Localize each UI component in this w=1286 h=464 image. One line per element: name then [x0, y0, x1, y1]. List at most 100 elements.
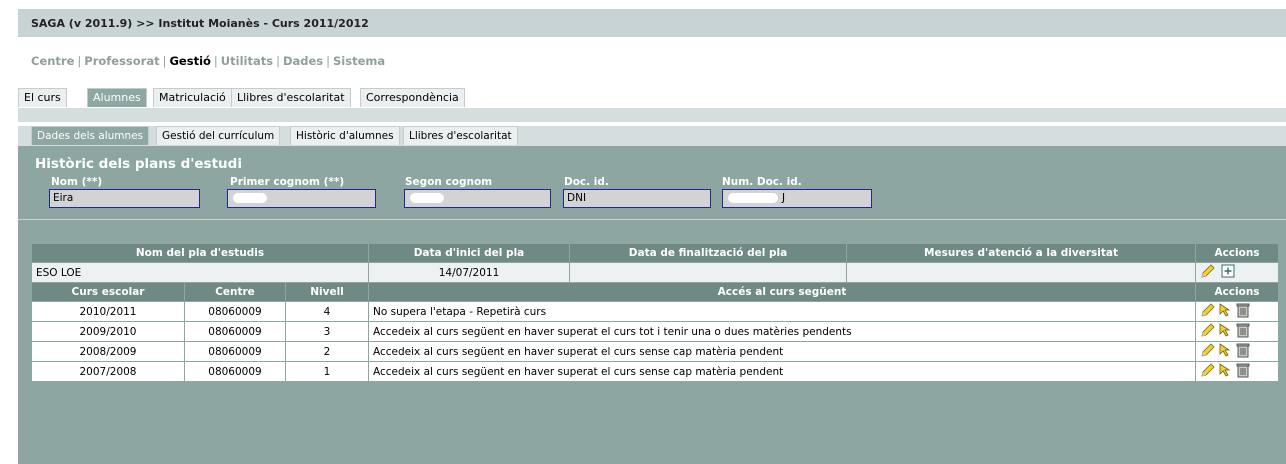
menu-item-sistema[interactable]: Sistema [333, 54, 385, 68]
menu-item-utilitats[interactable]: Utilitats [221, 54, 273, 68]
acces-cell: Accedeix al curs següent en haver supera… [368, 341, 1196, 362]
pencil-icon[interactable] [1200, 342, 1216, 361]
tab-llibres-escolaritat[interactable]: Llibres d'escolaritat [231, 88, 351, 107]
acces-cell: No supera l'etapa - Repetirà curs [368, 301, 1196, 322]
row-actions [1195, 361, 1279, 382]
plan-header-row: Nom del pla d'estudis Data d'inici del p… [31, 243, 1279, 263]
doc-id-value: DNI [567, 192, 587, 204]
plan-row: ESO LOE 14/07/2011 [31, 262, 1279, 283]
trash-icon[interactable] [1236, 302, 1250, 321]
primer-cognom-label: Primer cognom (**) [230, 176, 345, 188]
segon-cognom-field[interactable] [404, 189, 551, 208]
col-acces: Accés al curs següent [368, 282, 1196, 302]
trash-icon[interactable] [1236, 362, 1250, 381]
col-nom-pla: Nom del pla d'estudis [31, 243, 369, 263]
doc-id-label: Doc. id. [564, 176, 609, 188]
pencil-icon[interactable] [1200, 362, 1216, 381]
segon-cognom-label: Segon cognom [405, 176, 493, 188]
col-centre: Centre [184, 282, 286, 302]
secondary-tabs: Dades dels alumnes Gestió del currículum… [18, 126, 1286, 146]
col-mesures: Mesures d'atenció a la diversitat [846, 243, 1196, 263]
redacted-value [233, 193, 267, 203]
nom-value: Eira [53, 192, 74, 204]
col-accions: Accions [1195, 243, 1279, 263]
doc-id-field[interactable]: DNI [563, 189, 711, 208]
history-table: Nom del pla d'estudis Data d'inici del p… [31, 243, 1279, 382]
acces-cell: Accedeix al curs següent en haver supera… [368, 361, 1196, 382]
course-header-row: Curs escolar Centre Nivell Accés al curs… [31, 282, 1279, 302]
row-actions [1195, 301, 1279, 322]
primary-tabs: El curs Alumnes Matriculació Llibres d'e… [18, 86, 1286, 122]
add-icon[interactable] [1221, 264, 1235, 281]
table-row: 2007/2008 08060009 1 Accedeix al curs se… [31, 361, 1279, 382]
nivell-cell: 1 [285, 361, 369, 382]
num-doc-id-field[interactable]: J [722, 189, 872, 208]
col-data-fi: Data de finalització del pla [569, 243, 847, 263]
curs-cell: 2009/2010 [31, 321, 185, 342]
arrow-cursor-icon[interactable] [1218, 342, 1234, 361]
subtab-llibres-escolaritat[interactable]: Llibres d'escolaritat [403, 126, 518, 145]
arrow-cursor-icon[interactable] [1218, 322, 1234, 341]
nivell-cell: 4 [285, 301, 369, 322]
col-data-inici: Data d'inici del pla [368, 243, 570, 263]
redacted-value [410, 193, 444, 203]
tab-el-curs[interactable]: El curs [18, 88, 67, 107]
redacted-value [728, 193, 778, 203]
primary-tabs-band [18, 108, 1286, 122]
col-curs: Curs escolar [31, 282, 185, 302]
num-doc-id-label: Num. Doc. id. [722, 176, 802, 188]
pencil-icon[interactable] [1200, 322, 1216, 341]
curs-cell: 2008/2009 [31, 341, 185, 362]
tab-alumnes[interactable]: Alumnes [87, 88, 147, 107]
menu-item-dades[interactable]: Dades [283, 54, 323, 68]
pencil-icon[interactable] [1200, 263, 1216, 282]
curs-cell: 2007/2008 [31, 361, 185, 382]
centre-cell: 08060009 [184, 301, 286, 322]
arrow-cursor-icon[interactable] [1218, 362, 1234, 381]
table-row: 2008/2009 08060009 2 Accedeix al curs se… [31, 341, 1279, 362]
subtab-historic-alumnes[interactable]: Històric d'alumnes [290, 126, 400, 145]
course-rows: 2010/2011 08060009 4 No supera l'etapa -… [31, 301, 1279, 382]
col-accions: Accions [1195, 282, 1279, 302]
plan-end-date [569, 262, 847, 283]
table-row: 2010/2011 08060009 4 No supera l'etapa -… [31, 301, 1279, 322]
page-title: Històric dels plans d'estudi [35, 156, 242, 172]
menu-separator: | [162, 54, 167, 68]
row-actions [1195, 321, 1279, 342]
plan-measures [846, 262, 1196, 283]
menu-item-centre[interactable]: Centre [31, 54, 74, 68]
nom-label: Nom (**) [51, 176, 103, 188]
menu-item-gestio[interactable]: Gestió [169, 54, 210, 68]
num-doc-id-value: J [782, 192, 786, 204]
subtab-dades-alumnes[interactable]: Dades dels alumnes [31, 126, 150, 145]
menu-separator: | [213, 54, 218, 68]
title-bar: SAGA (v 2011.9) >> Institut Moianès - Cu… [0, 0, 1286, 48]
centre-cell: 08060009 [184, 341, 286, 362]
curs-cell: 2010/2011 [31, 301, 185, 322]
divider [18, 219, 1286, 220]
arrow-cursor-icon[interactable] [1218, 302, 1234, 321]
plan-start-date: 14/07/2011 [368, 262, 570, 283]
tab-correspondencia[interactable]: Correspondència [360, 88, 465, 107]
menu-separator: | [326, 54, 330, 68]
centre-cell: 08060009 [184, 361, 286, 382]
menu-separator: | [276, 54, 280, 68]
subtab-gestio-curriculum[interactable]: Gestió del currículum [156, 126, 281, 145]
menu-item-professorat[interactable]: Professorat [84, 54, 159, 68]
primer-cognom-field[interactable] [227, 189, 376, 208]
window-title: SAGA (v 2011.9) >> Institut Moianès - Cu… [31, 17, 369, 30]
centre-cell: 08060009 [184, 321, 286, 342]
row-actions [1195, 341, 1279, 362]
pencil-icon[interactable] [1200, 302, 1216, 321]
content-panel: Històric dels plans d'estudi Nom (**) Ei… [18, 146, 1286, 464]
tab-matriculacio[interactable]: Matriculació [153, 88, 232, 107]
nom-field[interactable]: Eira [49, 189, 200, 208]
nivell-cell: 3 [285, 321, 369, 342]
menu-separator: | [77, 54, 82, 68]
trash-icon[interactable] [1236, 342, 1250, 361]
acces-cell: Accedeix al curs següent en haver supera… [368, 321, 1196, 342]
plan-name: ESO LOE [31, 262, 369, 283]
col-nivell: Nivell [285, 282, 369, 302]
trash-icon[interactable] [1236, 322, 1250, 341]
main-menu: Centre | Professorat | Gestió | Utilitats | Dade… [31, 54, 385, 68]
